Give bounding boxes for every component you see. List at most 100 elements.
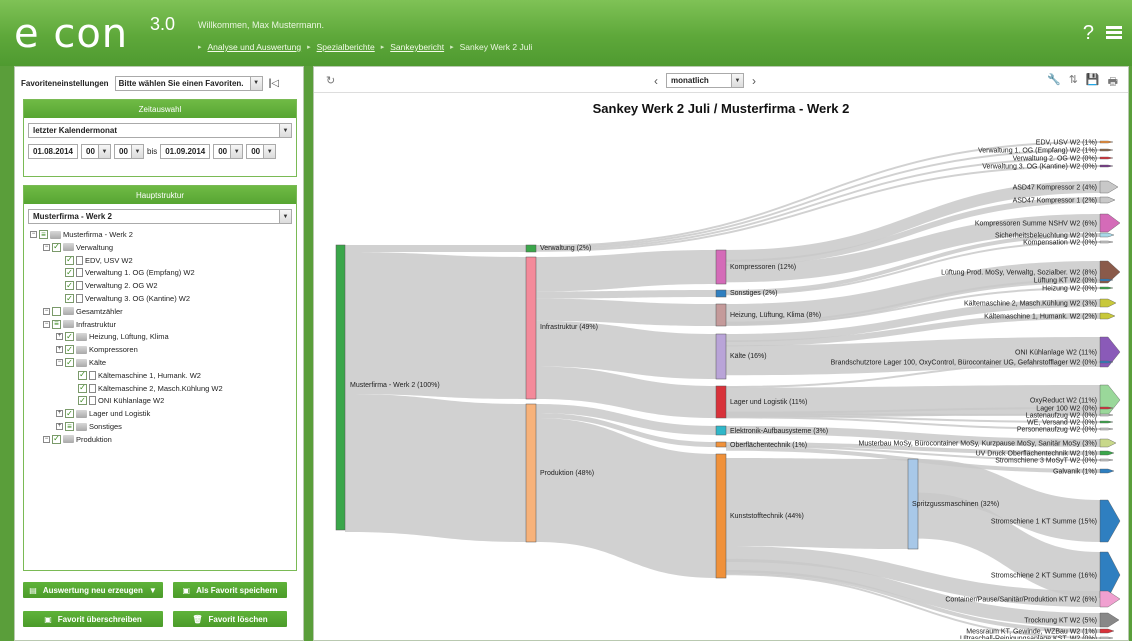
tree-node[interactable]: − ✓ Produktion: [43, 434, 112, 445]
sankey-sink[interactable]: [1099, 612, 1120, 628]
checkbox[interactable]: ✓: [78, 370, 87, 380]
sankey-sink[interactable]: [1099, 590, 1121, 608]
sankey-sink[interactable]: [1099, 384, 1121, 416]
reset-favorite-icon[interactable]: |◁: [269, 78, 280, 89]
from-minute-select[interactable]: 00 ▼: [114, 144, 144, 159]
expand-toggle-icon[interactable]: −: [43, 243, 50, 251]
period-select[interactable]: monatlich ▼: [666, 73, 744, 88]
save-favorite-button[interactable]: ▣ Als Favorit speichern: [173, 582, 287, 598]
sankey-node[interactable]: [525, 403, 537, 543]
checkbox[interactable]: ✓: [65, 409, 74, 419]
to-hour-select[interactable]: 00 ▼: [213, 144, 244, 159]
print-icon[interactable]: 🖶: [1108, 73, 1118, 92]
tree-node[interactable]: − ≡ Infrastruktur: [43, 319, 116, 330]
sankey-sink[interactable]: [1099, 240, 1114, 244]
expand-toggle-icon[interactable]: −: [43, 320, 50, 328]
checkbox[interactable]: ✓: [78, 396, 87, 406]
checkbox[interactable]: ✓: [65, 281, 74, 291]
checkbox[interactable]: ✓: [65, 294, 74, 303]
hamburger-menu-icon[interactable]: [1106, 26, 1122, 40]
tree-node[interactable]: ✓ EDV, USV W2: [56, 255, 133, 266]
checkbox[interactable]: ✓: [78, 383, 87, 393]
checkbox[interactable]: ✓: [52, 242, 61, 252]
checkbox[interactable]: ≡: [39, 230, 48, 239]
checkbox[interactable]: ✓: [65, 358, 74, 367]
sankey-sink[interactable]: [1099, 628, 1115, 634]
sankey-sink[interactable]: [1099, 312, 1116, 320]
expand-toggle-icon[interactable]: +: [56, 333, 63, 341]
checkbox[interactable]: ✓: [65, 345, 74, 355]
to-minute-select[interactable]: 00 ▼: [246, 144, 277, 159]
sankey-sink[interactable]: [1099, 286, 1114, 290]
checkbox[interactable]: [52, 306, 61, 316]
breadcrumb-item-analyse[interactable]: Analyse und Auswertung: [208, 42, 302, 52]
tree-node[interactable]: − ✓ Kälte: [56, 357, 106, 368]
sankey-node[interactable]: [335, 244, 346, 531]
overwrite-favorite-button[interactable]: ▣ Favorit überschreiben: [23, 611, 163, 627]
sankey-sink[interactable]: [1099, 458, 1114, 462]
tree-node[interactable]: ✓ Kältemaschine 1, Humank. W2: [69, 370, 201, 381]
sankey-sink[interactable]: [1099, 450, 1115, 456]
previous-period-icon[interactable]: ‹: [654, 74, 658, 88]
tree-node[interactable]: − Gesamtzähler: [43, 306, 123, 317]
sankey-sink[interactable]: [1099, 438, 1117, 448]
checkbox[interactable]: ✓: [65, 255, 74, 265]
sankey-node[interactable]: [715, 425, 727, 436]
tree-node[interactable]: + ✓ Lager und Logistik: [56, 408, 150, 419]
tree-node[interactable]: − ✓ Verwaltung: [43, 242, 113, 253]
sankey-node[interactable]: [525, 256, 537, 400]
help-icon[interactable]: ?: [1083, 22, 1094, 45]
sort-icon[interactable]: ⇅: [1069, 73, 1078, 92]
tree-node[interactable]: + ✓ Kompressoren: [56, 344, 138, 355]
tree-node[interactable]: ✓ Verwaltung 1. OG (Empfang) W2: [56, 267, 195, 278]
expand-toggle-icon[interactable]: −: [43, 307, 50, 315]
regenerate-button[interactable]: ▤ Auswertung neu erzeugen ▼: [23, 582, 163, 598]
expand-toggle-icon[interactable]: −: [30, 231, 37, 238]
sankey-node[interactable]: [715, 249, 727, 285]
sankey-sink[interactable]: [1099, 213, 1121, 233]
from-hour-select[interactable]: 00 ▼: [81, 144, 111, 159]
to-date-input[interactable]: 01.09.2014: [160, 144, 211, 159]
sankey-node[interactable]: [715, 453, 727, 579]
save-icon[interactable]: 💾: [1086, 73, 1100, 92]
next-period-icon[interactable]: ›: [752, 74, 756, 88]
checkbox[interactable]: ≡: [52, 319, 61, 329]
sankey-node[interactable]: [715, 303, 727, 327]
sankey-sink[interactable]: [1099, 420, 1114, 424]
sankey-sink[interactable]: [1099, 180, 1119, 194]
sankey-sink[interactable]: [1099, 499, 1121, 543]
tree-node[interactable]: ✓ Verwaltung 3. OG (Kantine) W2: [56, 293, 190, 304]
sankey-sink[interactable]: [1099, 468, 1115, 474]
sankey-sink[interactable]: [1099, 636, 1114, 639]
from-date-input[interactable]: 01.08.2014: [28, 144, 78, 159]
expand-toggle-icon[interactable]: −: [43, 435, 50, 443]
checkbox[interactable]: ✓: [52, 434, 61, 444]
sankey-sink[interactable]: [1099, 164, 1114, 168]
structure-select[interactable]: Musterfirma - Werk 2 ▼: [28, 209, 292, 224]
tree-node[interactable]: ✓ ONI Kühlanlage W2: [69, 395, 164, 406]
time-range-select[interactable]: letzter Kalendermonat ▼: [28, 123, 292, 138]
sankey-node[interactable]: [715, 289, 727, 298]
breadcrumb-item-spezial[interactable]: Spezialberichte: [317, 42, 375, 52]
wrench-icon[interactable]: 🔧: [1047, 73, 1061, 92]
expand-toggle-icon[interactable]: +: [56, 346, 63, 354]
tree-node[interactable]: + ✓ Heizung, Lüftung, Klima: [56, 331, 169, 342]
tree-node[interactable]: − ≡ Musterfirma - Werk 2: [30, 229, 133, 240]
app-logo[interactable]: e con: [14, 14, 128, 54]
sankey-sink[interactable]: [1099, 156, 1114, 160]
checkbox[interactable]: ✓: [65, 268, 74, 278]
tree-node[interactable]: + ≡ Sonstiges: [56, 421, 122, 432]
sankey-node[interactable]: [715, 385, 727, 419]
sankey-sink[interactable]: [1099, 232, 1115, 238]
sankey-node[interactable]: [715, 441, 727, 448]
sankey-sink[interactable]: [1099, 427, 1114, 431]
refresh-icon[interactable]: ↻: [326, 74, 335, 87]
sankey-sink[interactable]: [1099, 196, 1116, 204]
expand-toggle-icon[interactable]: +: [56, 423, 63, 430]
sankey-sink[interactable]: [1099, 140, 1114, 144]
checkbox[interactable]: ≡: [65, 422, 74, 431]
favorites-select[interactable]: Bitte wählen Sie einen Favoriten. ▼: [114, 75, 263, 91]
expand-toggle-icon[interactable]: −: [56, 359, 63, 366]
checkbox[interactable]: ✓: [65, 332, 74, 342]
sankey-sink[interactable]: [1099, 298, 1117, 308]
